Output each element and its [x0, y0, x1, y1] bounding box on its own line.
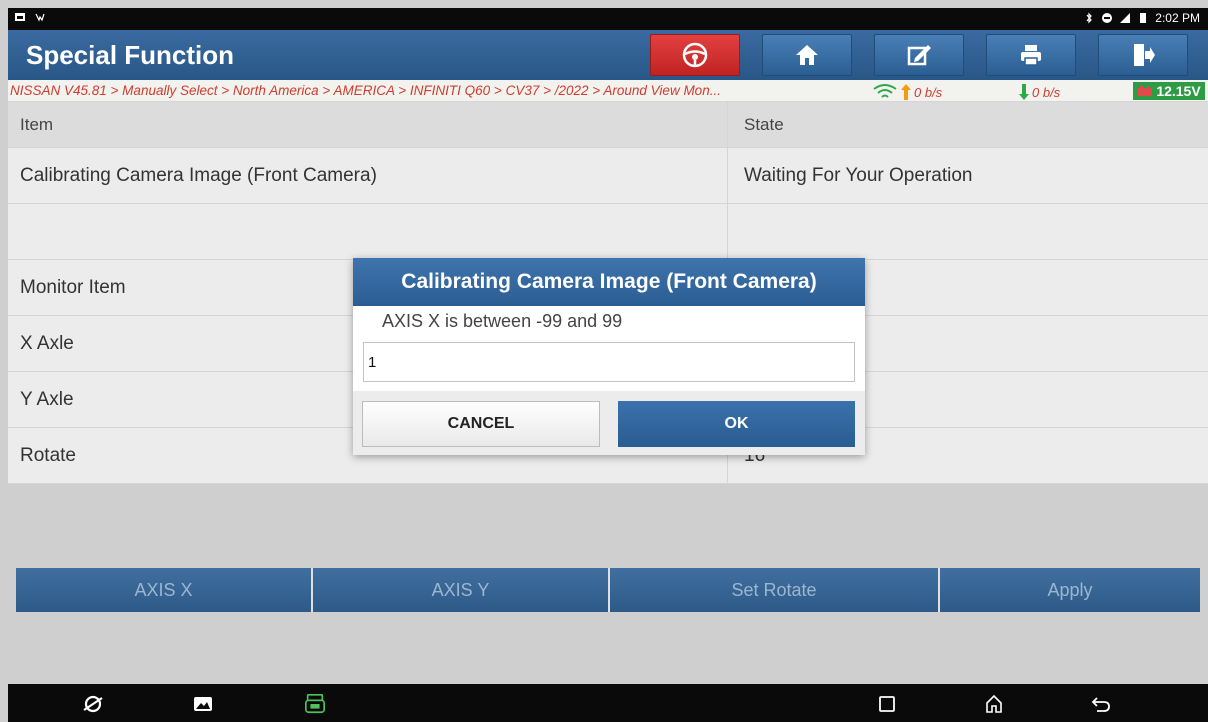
axis-x-dialog: Calibrating Camera Image (Front Camera) … [353, 258, 865, 455]
wifi-icon [873, 84, 897, 98]
navigation-bar [8, 684, 1208, 722]
steering-wheel-icon [682, 42, 708, 68]
gallery-shortcut[interactable] [192, 693, 214, 715]
home-button[interactable] [762, 34, 852, 76]
status-time: 2:02 PM [1155, 11, 1200, 25]
page-title: Special Function [26, 40, 235, 70]
action-bar: AXIS X AXIS Y Set Rotate Apply [16, 568, 1200, 612]
column-header-state: State [744, 114, 784, 134]
print-icon [1021, 45, 1041, 66]
vci-shortcut[interactable] [304, 693, 326, 715]
table-row[interactable] [8, 204, 1208, 260]
car-battery-icon [1138, 86, 1153, 96]
axis-y-button[interactable]: AXIS Y [313, 568, 610, 612]
dialog-title: Calibrating Camera Image (Front Camera) [353, 258, 865, 306]
do-not-disturb-icon [1102, 13, 1113, 23]
steering-wheel-button[interactable] [650, 34, 740, 76]
back-button[interactable] [1090, 693, 1112, 715]
home-icon [796, 45, 818, 65]
breadcrumb-bar: NISSAN V45.81 > Manually Select > North … [8, 80, 1208, 102]
column-header-item: Item [8, 102, 728, 147]
usb-debug-icon [35, 13, 45, 22]
axis-x-button[interactable]: AXIS X [16, 568, 313, 612]
browser-shortcut[interactable] [82, 693, 104, 715]
home-outline-icon [986, 694, 1002, 713]
exit-button[interactable] [1098, 34, 1188, 76]
orbit-icon [83, 695, 103, 713]
edit-report-button[interactable] [874, 34, 964, 76]
recents-button[interactable] [876, 693, 898, 715]
app-header: Special Function [8, 30, 1208, 80]
back-arrow-icon [1091, 697, 1110, 712]
axis-x-input[interactable] [363, 342, 855, 382]
set-rotate-button[interactable]: Set Rotate [610, 568, 940, 612]
cell-item [8, 204, 728, 259]
dialog-message: AXIS X is between -99 and 99 [382, 311, 623, 331]
upload-status: 0 b/s [872, 83, 942, 101]
exit-icon [1134, 44, 1155, 66]
ok-button[interactable]: OK [618, 401, 855, 447]
dialog-button-bar: CANCEL OK [353, 391, 865, 455]
voltage-value: 12.15V [1156, 83, 1201, 99]
no-signal-icon [1120, 13, 1131, 23]
download-arrow-icon [1019, 84, 1029, 100]
voltage-badge: 12.15V [1133, 82, 1205, 100]
image-icon [194, 697, 212, 711]
upload-speed: 0 b/s [914, 84, 943, 100]
cancel-button[interactable]: CANCEL [362, 401, 600, 447]
download-status: 0 b/s [1018, 83, 1060, 101]
breadcrumb: NISSAN V45.81 > Manually Select > North … [10, 83, 721, 98]
edit-icon [907, 45, 931, 66]
home-nav-button[interactable] [983, 693, 1005, 715]
cell-item: Calibrating Camera Image (Front Camera) [8, 148, 728, 203]
download-speed: 0 b/s [1032, 84, 1061, 100]
cell-state: Waiting For Your Operation [744, 164, 973, 186]
table-row[interactable]: Calibrating Camera Image (Front Camera) … [8, 148, 1208, 204]
vci-icon [305, 694, 325, 714]
cell-state [728, 204, 1208, 259]
status-bar: 2:02 PM [8, 8, 1208, 30]
upload-arrow-icon [901, 84, 911, 100]
recents-icon [879, 696, 895, 712]
print-button[interactable] [986, 34, 1076, 76]
apply-button[interactable]: Apply [940, 568, 1200, 612]
battery-status-icon [1140, 13, 1147, 23]
bluetooth-icon [1086, 12, 1093, 24]
notification-icon [15, 13, 25, 21]
table-header-row: Item State [8, 102, 1208, 148]
